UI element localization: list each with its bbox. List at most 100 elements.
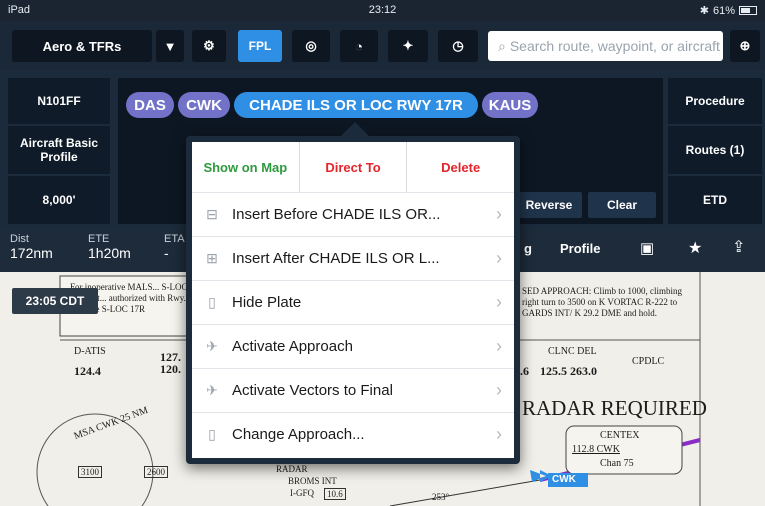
menu-item-label: Insert Before CHADE ILS OR... <box>232 206 441 223</box>
menu-item-label: Hide Plate <box>232 294 302 311</box>
radial-253: 253° <box>432 492 450 502</box>
reverse-button[interactable]: Reverse <box>516 192 582 218</box>
battery-icon <box>739 6 757 15</box>
direct-to-label: Direct To <box>325 159 381 175</box>
gauge-icon[interactable]: ◔ <box>340 30 378 62</box>
missed-approach-text: SED APPROACH: Climb to 1000, climbing ri… <box>522 286 683 318</box>
menu-item-label: Change Approach... <box>232 426 365 443</box>
fpl-label: FPL <box>248 39 272 53</box>
popover-menu: ⊟ Insert Before CHADE ILS OR... › ⊞ Inse… <box>192 192 514 458</box>
ete-readout: ETE 1h20m <box>88 233 131 261</box>
freq-prefix: .6 <box>520 364 529 378</box>
profile-button[interactable]: Profile <box>560 241 600 256</box>
toolbar: Aero & TFRs ▼ ⚙ FPL ◎ ◔ ✦ ◷ ⌕ Search rou… <box>0 22 765 70</box>
waypoint-label: KAUS <box>488 96 532 114</box>
waypoint-pill[interactable]: CWK <box>178 92 230 118</box>
altitude-button[interactable]: 8,000' <box>8 176 110 224</box>
chart-time-badge: 23:05 CDT <box>12 288 98 314</box>
centex-freq: 112.8 CWK <box>572 444 620 455</box>
menu-item-hide-plate[interactable]: ▯ Hide Plate › <box>192 280 514 324</box>
insert-after-icon: ⊞ <box>206 250 218 266</box>
reverse-label: Reverse <box>525 198 573 212</box>
briefcase-icon[interactable]: ▣ <box>640 239 654 257</box>
direct-to-button[interactable]: Direct To <box>300 142 408 192</box>
eta-value: - <box>164 245 169 261</box>
waypoint-pill-selected[interactable]: CHADE ILS OR LOC RWY 17R <box>234 92 478 118</box>
cwk-map-label: CWK <box>552 474 576 485</box>
share-icon[interactable]: ⇪ <box>732 237 745 257</box>
show-on-map-label: Show on Map <box>203 159 288 175</box>
chevron-right-icon: › <box>496 292 502 312</box>
gear-icon[interactable]: ⚙ <box>192 30 226 62</box>
clnc-del-freq: 125.5 263.0 <box>540 364 597 378</box>
menu-item-insert-after[interactable]: ⊞ Insert After CHADE ILS OR L... › <box>192 236 514 280</box>
datis-freq: 124.4 <box>74 364 101 378</box>
map-layer-selector[interactable]: Aero & TFRs <box>12 30 152 62</box>
etd-button[interactable]: ETD <box>668 176 762 224</box>
centex-chan: Chan 75 <box>600 458 634 469</box>
g-label: g <box>524 241 532 256</box>
chart-time: 23:05 CDT <box>25 294 85 308</box>
aircraft-tail-button[interactable]: N101FF <box>8 78 110 124</box>
delete-label: Delete <box>441 159 481 175</box>
clear-button[interactable]: Clear <box>588 192 656 218</box>
cpdlc-label: CPDLC <box>632 356 665 367</box>
waypoint-pill[interactable]: KAUS <box>482 92 538 118</box>
routes-button[interactable]: Routes (1) <box>668 126 762 174</box>
chevron-right-icon: › <box>496 424 502 444</box>
ifgq-label: I-GFQ <box>290 488 314 498</box>
menu-item-label: Insert After CHADE ILS OR L... <box>232 250 440 267</box>
radar-label: RADAR <box>276 464 308 474</box>
altitude-value: 8,000' <box>42 193 76 207</box>
globe-icon[interactable]: ◎ <box>292 30 330 62</box>
clock: 23:12 <box>368 4 397 16</box>
locate-icon[interactable]: ⊕ <box>730 30 760 62</box>
etd-label: ETD <box>703 193 727 207</box>
broms-int: BROMS INT <box>288 476 337 486</box>
chevron-right-icon: › <box>496 336 502 356</box>
procedure-button[interactable]: Procedure <box>668 78 762 124</box>
menu-item-insert-before[interactable]: ⊟ Insert Before CHADE ILS OR... › <box>192 192 514 236</box>
chevron-right-icon: › <box>496 380 502 400</box>
change-approach-icon: ▯ <box>208 426 216 442</box>
waypoint-label: CHADE ILS OR LOC RWY 17R <box>249 96 463 114</box>
fpl-button[interactable]: FPL <box>238 30 282 62</box>
eta-readout: ETA - <box>164 233 185 261</box>
delete-button[interactable]: Delete <box>407 142 514 192</box>
bluetooth-icon: ✱ <box>699 5 709 17</box>
search-input[interactable]: ⌕ Search route, waypoint, or aircraft <box>488 31 723 61</box>
menu-item-activate-approach[interactable]: ✈ Activate Approach › <box>192 324 514 368</box>
map-layer-label: Aero & TFRs <box>42 38 122 54</box>
radar-required: RADAR REQUIRED <box>522 396 707 420</box>
dist-value: 172nm <box>10 245 53 261</box>
procedure-label: Procedure <box>685 94 745 108</box>
waypoint-pill[interactable]: DAS <box>126 92 174 118</box>
ete-value: 1h20m <box>88 245 131 261</box>
clock-icon[interactable]: ◷ <box>438 30 478 62</box>
freq-b: 120. <box>160 362 181 376</box>
plate-icon: ▯ <box>208 294 216 310</box>
datis-label: D-ATIS <box>74 346 106 357</box>
search-placeholder: Search route, waypoint, or aircraft <box>509 38 720 54</box>
aircraft-tail: N101FF <box>37 94 81 108</box>
favorites-icon[interactable]: ✦ <box>388 30 428 62</box>
alt-2600: 2600 <box>144 466 168 478</box>
menu-item-activate-vectors[interactable]: ✈ Activate Vectors to Final › <box>192 368 514 412</box>
waypoint-label: CWK <box>186 96 222 114</box>
star-icon[interactable]: ★ <box>688 238 702 258</box>
alt-3100: 3100 <box>78 466 102 478</box>
popover-actions: Show on Map Direct To Delete <box>192 142 514 192</box>
clnc-del-label: CLNC DEL <box>548 346 597 357</box>
chevron-down-icon[interactable]: ▼ <box>156 30 184 62</box>
menu-item-change-approach[interactable]: ▯ Change Approach... › <box>192 412 514 456</box>
show-on-map-button[interactable]: Show on Map <box>192 142 300 192</box>
battery-indicator: ✱ 61% <box>700 4 757 17</box>
clear-label: Clear <box>606 198 638 212</box>
routes-label: Routes (1) <box>685 143 745 157</box>
activate-icon: ✈ <box>206 338 218 354</box>
eta-label: ETA <box>164 233 185 245</box>
aircraft-profile: Aircraft Basic Profile <box>19 136 99 164</box>
ifgq-dme: 10.6 <box>324 488 346 500</box>
popover-arrow <box>341 122 369 136</box>
aircraft-profile-button[interactable]: Aircraft Basic Profile <box>8 126 110 174</box>
